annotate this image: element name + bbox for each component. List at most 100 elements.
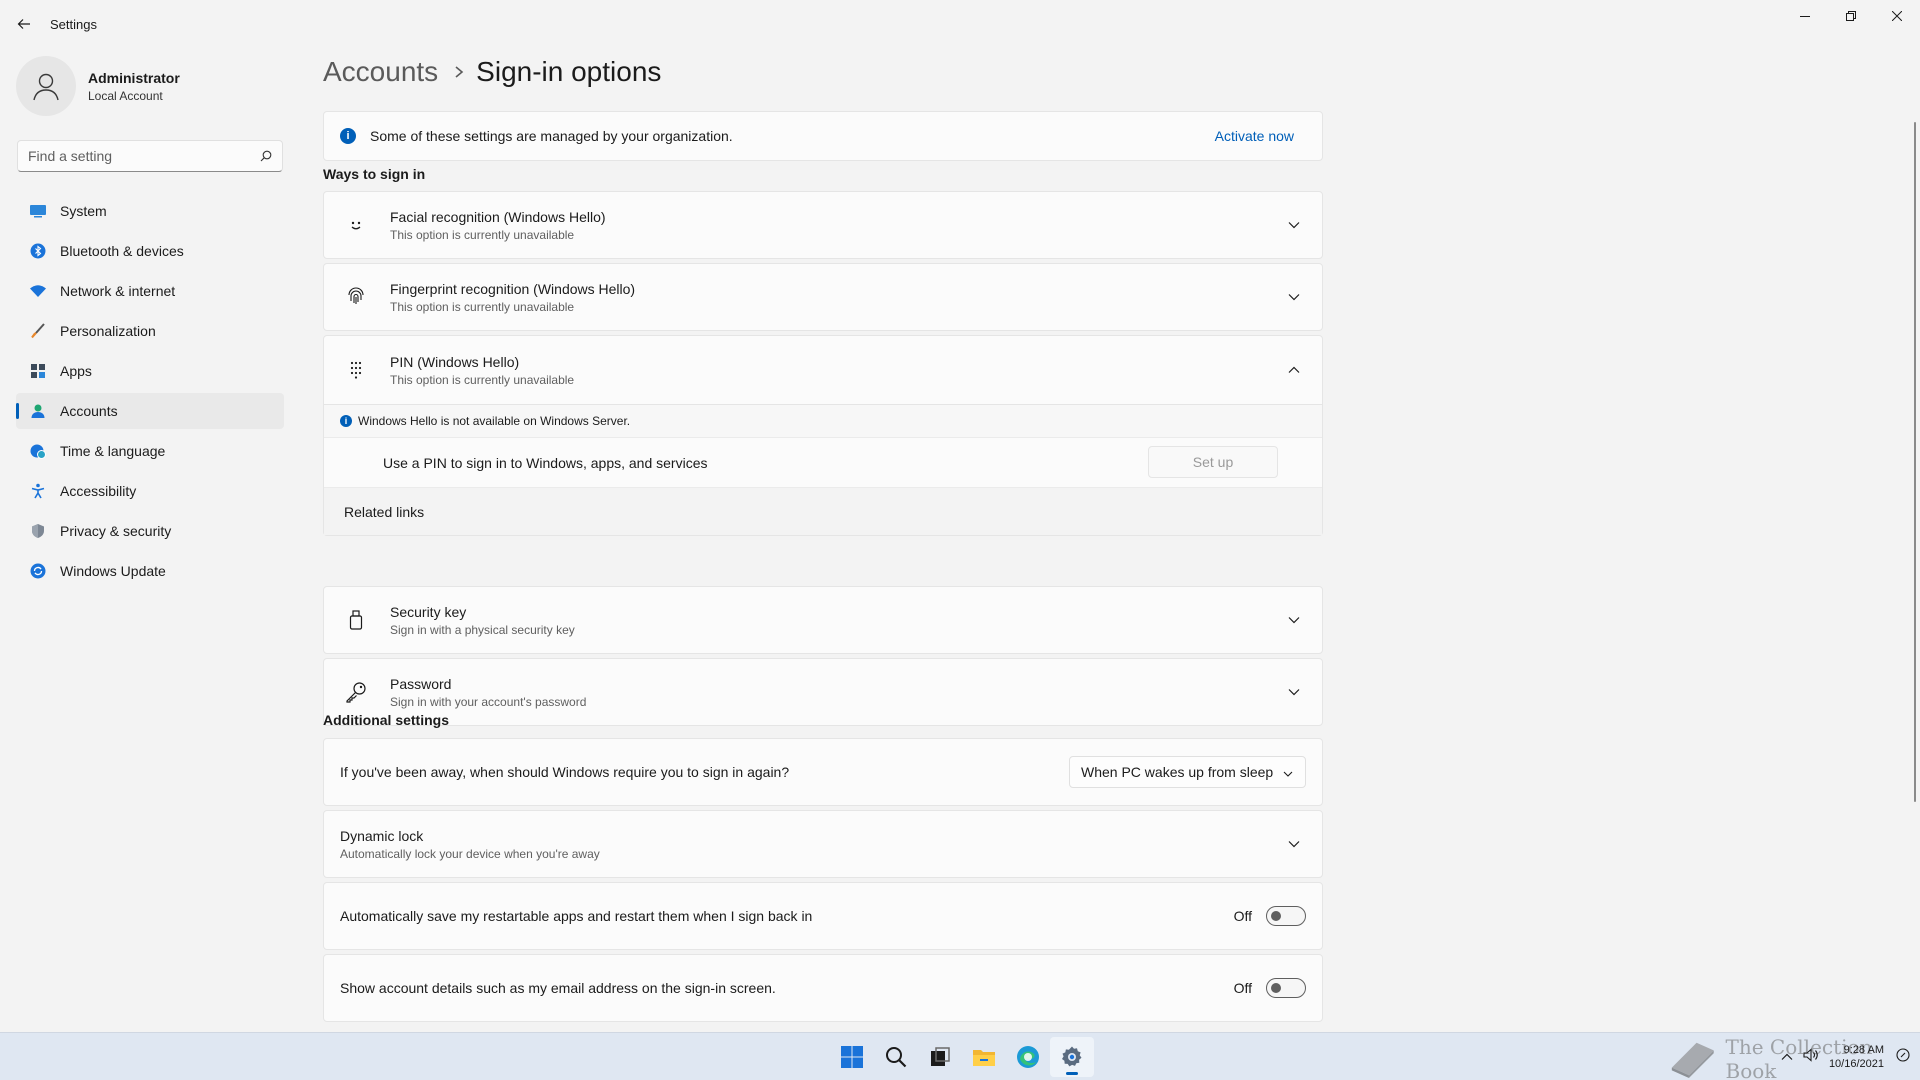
settings-taskbar-button[interactable]: [1050, 1037, 1094, 1077]
row-title: PIN (Windows Hello): [390, 353, 520, 370]
task-view-icon: [931, 1047, 950, 1066]
restart-apps-row: Automatically save my restartable apps a…: [323, 882, 1323, 950]
sidebar-item-label: Personalization: [60, 323, 156, 339]
system-tray: 9:28 AM 10/16/2021: [1781, 1033, 1910, 1080]
person-avatar-icon: [33, 73, 59, 101]
chevron-down-icon[interactable]: [1286, 289, 1302, 305]
row-subtitle: This option is currently unavailable: [390, 227, 575, 242]
breadcrumb: Accounts Sign-in options: [323, 56, 661, 88]
nav-list: System Bluetooth & devices Network & int…: [16, 193, 284, 593]
system-icon: [28, 201, 48, 221]
chevron-down-icon[interactable]: [1286, 612, 1302, 628]
pin-row-header[interactable]: PIN (Windows Hello) This option is curre…: [324, 336, 1322, 404]
sidebar-item-accessibility[interactable]: Accessibility: [16, 473, 284, 509]
book-logo-icon: [1671, 1042, 1714, 1079]
dynamic-lock-row[interactable]: Dynamic lock Automatically lock your dev…: [323, 810, 1323, 878]
account-details-toggle[interactable]: [1266, 978, 1306, 998]
toggle-knob: [1271, 911, 1281, 921]
keypad-icon: [344, 358, 368, 382]
close-icon: [1892, 11, 1902, 21]
wifi-icon: [28, 281, 48, 301]
require-signin-dropdown[interactable]: When PC wakes up from sleep: [1069, 756, 1306, 788]
restore-button[interactable]: [1828, 0, 1874, 32]
row-title: Fingerprint recognition (Windows Hello): [390, 280, 636, 297]
restart-apps-toggle[interactable]: [1266, 906, 1306, 926]
search-box[interactable]: [17, 140, 283, 172]
key-icon: [344, 680, 368, 704]
notification-icon[interactable]: [1896, 1047, 1910, 1067]
back-button[interactable]: [0, 0, 48, 48]
chevron-up-icon[interactable]: [1286, 362, 1302, 378]
taskbar-apps: [830, 1033, 1094, 1080]
minimize-button[interactable]: [1782, 0, 1828, 32]
window-controls: [1782, 0, 1920, 32]
user-profile[interactable]: Administrator Local Account: [16, 56, 180, 116]
row-title: Facial recognition (Windows Hello): [390, 208, 606, 225]
clock[interactable]: 9:28 AM 10/16/2021: [1829, 1043, 1884, 1071]
require-signin-label: If you've been away, when should Windows…: [340, 764, 790, 780]
scrollbar[interactable]: [1914, 122, 1916, 802]
task-view-button[interactable]: [918, 1037, 962, 1077]
info-bar-text: Some of these settings are managed by yo…: [370, 128, 733, 144]
sidebar-item-label: Accessibility: [60, 483, 137, 499]
dropdown-selected-value: When PC wakes up from sleep: [1081, 764, 1274, 780]
sidebar-item-label: Apps: [60, 363, 92, 379]
sidebar-item-system[interactable]: System: [16, 193, 284, 229]
org-managed-info-bar: i Some of these settings are managed by …: [323, 111, 1323, 161]
info-icon: i: [340, 415, 352, 427]
activate-now-link[interactable]: Activate now: [1215, 128, 1294, 144]
avatar: [16, 56, 76, 116]
search-input[interactable]: [28, 148, 260, 164]
chevron-down-icon[interactable]: [1286, 836, 1302, 852]
chevron-down-icon[interactable]: [1286, 217, 1302, 233]
sidebar-item-windows-update[interactable]: Windows Update: [16, 553, 284, 589]
facial-recognition-row[interactable]: Facial recognition (Windows Hello) This …: [323, 191, 1323, 259]
row-subtitle: Sign in with your account's password: [390, 694, 587, 709]
chevron-down-icon[interactable]: [1286, 684, 1302, 700]
sidebar-item-label: Time & language: [60, 443, 166, 459]
sidebar-item-label: System: [60, 203, 107, 219]
sidebar-item-network[interactable]: Network & internet: [16, 273, 284, 309]
hello-note-text: Windows Hello is not available on Window…: [358, 414, 631, 428]
file-explorer-icon: [973, 1050, 995, 1066]
smiley-face-icon: [344, 213, 368, 237]
pin-setup-text: Use a PIN to sign in to Windows, apps, a…: [383, 454, 708, 471]
start-button[interactable]: [830, 1037, 874, 1077]
profile-name: Administrator: [88, 69, 180, 86]
globe-clock-icon: [28, 441, 48, 461]
speaker-icon[interactable]: [1803, 1047, 1819, 1067]
search-icon[interactable]: [260, 150, 272, 162]
password-row[interactable]: Password Sign in with your account's pas…: [323, 658, 1323, 726]
sidebar-item-bluetooth[interactable]: Bluetooth & devices: [16, 233, 284, 269]
taskbar-search-button[interactable]: [874, 1037, 918, 1077]
row-subtitle: Automatically lock your device when you'…: [340, 846, 600, 861]
file-explorer-button[interactable]: [962, 1037, 1006, 1077]
update-icon: [28, 561, 48, 581]
start-icon: [841, 1046, 863, 1068]
sidebar-item-label: Network & internet: [60, 283, 176, 299]
sidebar-item-label: Bluetooth & devices: [60, 243, 184, 259]
sidebar-item-personalization[interactable]: Personalization: [16, 313, 284, 349]
set-up-button[interactable]: Set up: [1148, 446, 1278, 478]
sidebar-item-apps[interactable]: Apps: [16, 353, 284, 389]
security-key-row[interactable]: Security key Sign in with a physical sec…: [323, 586, 1323, 654]
ways-to-sign-in-heading: Ways to sign in: [323, 166, 426, 182]
profile-account-type: Local Account: [88, 88, 163, 103]
breadcrumb-parent[interactable]: Accounts: [323, 56, 438, 88]
pin-expanded-content: i Windows Hello is not available on Wind…: [324, 404, 1322, 535]
sidebar-item-privacy-security[interactable]: Privacy & security: [16, 513, 284, 549]
sidebar-item-accounts[interactable]: Accounts: [16, 393, 284, 429]
account-details-toggle-group: Off: [1234, 978, 1306, 998]
row-subtitle: This option is currently unavailable: [390, 299, 575, 314]
clock-date: 10/16/2021: [1828, 1058, 1884, 1070]
page-title: Sign-in options: [476, 56, 662, 87]
require-signin-row: If you've been away, when should Windows…: [323, 738, 1323, 806]
edge-button[interactable]: [1006, 1037, 1050, 1077]
bluetooth-icon: [28, 241, 48, 261]
sidebar-item-label: Privacy & security: [60, 523, 172, 539]
search-icon: [886, 1047, 907, 1068]
sidebar-item-time-language[interactable]: Time & language: [16, 433, 284, 469]
chevron-up-icon[interactable]: [1781, 1048, 1793, 1066]
fingerprint-recognition-row[interactable]: Fingerprint recognition (Windows Hello) …: [323, 263, 1323, 331]
close-button[interactable]: [1874, 0, 1920, 32]
